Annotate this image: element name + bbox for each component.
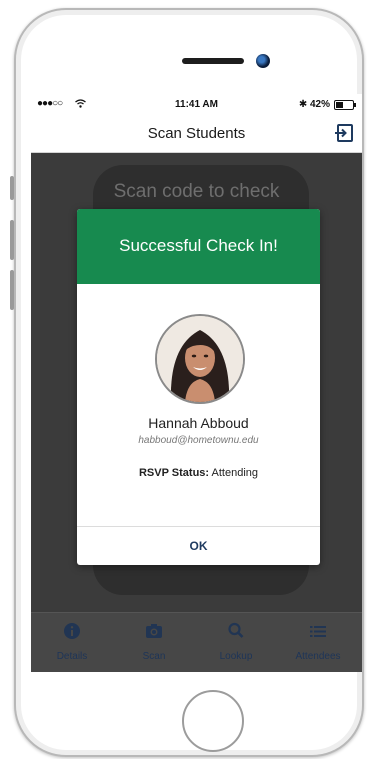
battery-percent: ✱ 42%: [298, 99, 330, 110]
exit-icon[interactable]: [334, 123, 354, 143]
rsvp-status: RSVP Status: Attending: [77, 467, 320, 479]
side-button-mute: [10, 176, 14, 200]
side-button-volume-up: [10, 220, 14, 260]
battery-icon: [334, 100, 356, 110]
rsvp-value: Attending: [211, 467, 259, 479]
tab-details[interactable]: Details: [31, 613, 113, 672]
tab-label-attendees: Attendees: [295, 651, 341, 662]
battery-level: [336, 102, 343, 108]
tab-attendees[interactable]: Attendees: [277, 613, 359, 672]
avatar: [155, 314, 245, 404]
rsvp-label: RSVP Status:: [138, 467, 210, 479]
tab-label-lookup: Lookup: [219, 651, 253, 662]
navigation-bar: Scan Students: [31, 116, 362, 153]
person-name: Hannah Abboud: [148, 415, 249, 431]
home-button[interactable]: [182, 690, 244, 752]
scan-hint-text: Scan code to check: [113, 181, 280, 202]
tab-label-scan: Scan: [142, 651, 166, 662]
camera-icon: [146, 624, 162, 638]
side-button-volume-down: [10, 270, 14, 310]
status-bar: ●●●○○ 11:41 AM ✱ 42%: [31, 94, 362, 116]
modal-header: Successful Check In!: [77, 209, 320, 284]
earpiece-speaker: [182, 58, 244, 64]
front-camera: [256, 54, 270, 68]
tab-label-details: Details: [56, 651, 88, 662]
modal-title: Successful Check In!: [119, 236, 278, 255]
app-screen: ●●●○○ 11:41 AM ✱ 42% Scan Students Scan …: [31, 94, 362, 672]
tab-lookup[interactable]: Lookup: [195, 613, 277, 672]
tab-scan[interactable]: Scan: [113, 613, 195, 672]
person-photo: [157, 316, 243, 402]
check-in-modal: Successful Check In! Hannah Abboud habbo…: [77, 209, 320, 565]
info-icon: [64, 623, 80, 639]
ok-button[interactable]: OK: [77, 527, 320, 565]
search-icon: [228, 622, 244, 638]
list-icon: [310, 626, 326, 637]
page-title: Scan Students: [147, 125, 246, 142]
person-email: habboud@hometownu.edu: [138, 435, 259, 446]
tab-bar: Details Scan Lookup Attendees: [31, 612, 362, 672]
